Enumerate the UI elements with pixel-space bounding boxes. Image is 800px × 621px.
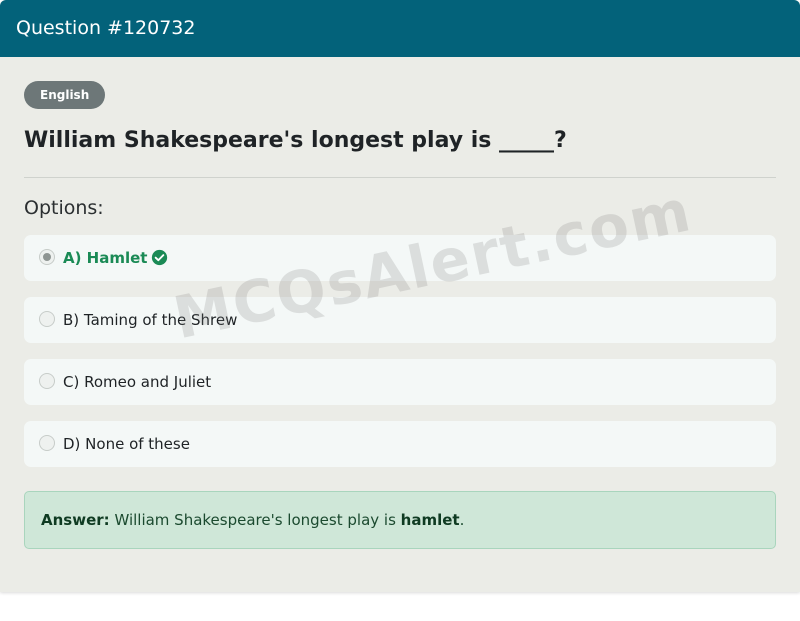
answer-value: hamlet — [400, 511, 460, 529]
question-number: Question #120732 — [16, 17, 196, 39]
radio-button[interactable] — [39, 373, 55, 389]
answer-suffix: . — [459, 511, 465, 529]
option-label: D) None of these — [63, 435, 190, 453]
question-header: Question #120732 — [0, 0, 800, 57]
answer-box: Answer: William Shakespeare's longest pl… — [24, 491, 776, 549]
option-d[interactable]: D) None of these — [24, 421, 776, 467]
category-badge[interactable]: English — [24, 81, 106, 109]
question-card: Question #120732 English William Shakesp… — [0, 0, 800, 592]
options-heading: Options: — [24, 197, 104, 219]
check-circle-icon — [151, 249, 168, 266]
radio-button[interactable] — [39, 311, 55, 327]
option-label: B) Taming of the Shrew — [63, 311, 238, 329]
option-label: C) Romeo and Juliet — [63, 373, 212, 391]
radio-button[interactable] — [39, 435, 55, 451]
answer-text: William Shakespeare's longest play is — [114, 511, 396, 529]
option-a[interactable]: A) Hamlet — [24, 235, 776, 281]
answer-prefix: Answer: — [41, 511, 110, 529]
option-b[interactable]: B) Taming of the Shrew — [24, 297, 776, 343]
option-label: A) Hamlet — [63, 249, 148, 267]
divider — [24, 177, 776, 178]
question-text: William Shakespeare's longest play is __… — [24, 128, 567, 153]
radio-button-selected[interactable] — [39, 249, 55, 265]
option-c[interactable]: C) Romeo and Juliet — [24, 359, 776, 405]
